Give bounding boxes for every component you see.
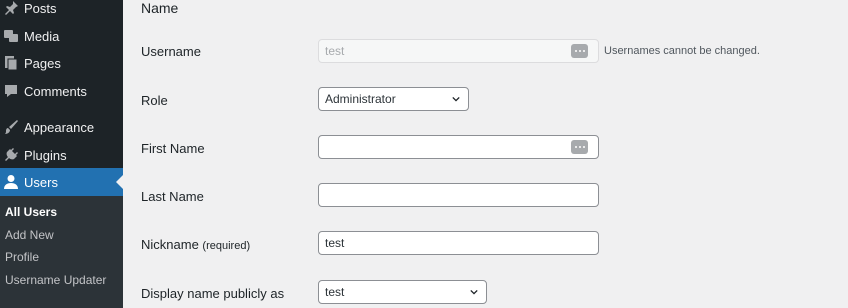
submenu-username-updater[interactable]: Username Updater (5, 270, 106, 290)
submenu-all-users[interactable]: All Users (5, 202, 57, 222)
brush-icon (3, 119, 19, 135)
sidebar-item-label: Users (24, 174, 58, 190)
username-value: test (325, 44, 345, 58)
sidebar-item-pages[interactable]: Pages (0, 49, 123, 77)
username-note: Usernames cannot be changed. (604, 45, 760, 57)
display-name-select[interactable]: test (318, 280, 487, 304)
sidebar-item-label: Appearance (24, 119, 95, 135)
sidebar-item-users[interactable]: Users (0, 168, 123, 196)
pages-icon (3, 55, 19, 71)
nickname-label: Nickname (required) (141, 237, 250, 252)
last-name-label: Last Name (141, 189, 204, 204)
app: Posts Media Pages Comments Appearance Pl… (0, 0, 848, 308)
sidebar-item-label: Plugins (24, 147, 67, 163)
last-name-input[interactable] (318, 183, 599, 207)
more-icon (571, 44, 588, 58)
chevron-down-icon (452, 96, 460, 102)
sidebar-item-media[interactable]: Media (0, 22, 123, 50)
username-label: Username (141, 44, 201, 59)
username-field: test (318, 39, 599, 63)
nickname-input[interactable]: test (318, 231, 599, 255)
chevron-down-icon (470, 289, 478, 295)
sidebar-item-label: Comments (24, 83, 87, 99)
role-value: Administrator (325, 92, 396, 106)
media-icon (3, 28, 19, 44)
users-submenu: All Users Add New Profile Username Updat… (0, 196, 123, 308)
user-icon (3, 174, 19, 190)
sidebar-item-appearance[interactable]: Appearance (0, 113, 123, 141)
role-label: Role (141, 93, 168, 108)
plug-icon (3, 147, 19, 163)
more-icon (571, 140, 588, 154)
submenu-profile[interactable]: Profile (5, 247, 39, 267)
sidebar-item-label: Media (24, 28, 60, 44)
nickname-value: test (325, 236, 345, 250)
first-name-label: First Name (141, 141, 205, 156)
submenu-add-new[interactable]: Add New (5, 225, 54, 245)
section-title: Name (141, 0, 179, 16)
admin-sidebar: Posts Media Pages Comments Appearance Pl… (0, 0, 123, 308)
required-note: (required) (202, 240, 251, 252)
nickname-label-text: Nickname (141, 237, 199, 252)
first-name-input[interactable] (318, 135, 599, 159)
display-name-label: Display name publicly as (141, 286, 285, 301)
comment-icon (3, 83, 19, 99)
sidebar-item-comments[interactable]: Comments (0, 77, 123, 105)
sidebar-item-posts[interactable]: Posts (0, 0, 123, 22)
display-name-value: test (325, 285, 345, 299)
sidebar-item-label: Posts (24, 0, 57, 16)
sidebar-item-plugins[interactable]: Plugins (0, 141, 123, 169)
role-select[interactable]: Administrator (318, 87, 469, 111)
pin-icon (3, 0, 19, 16)
sidebar-item-label: Pages (24, 55, 61, 71)
